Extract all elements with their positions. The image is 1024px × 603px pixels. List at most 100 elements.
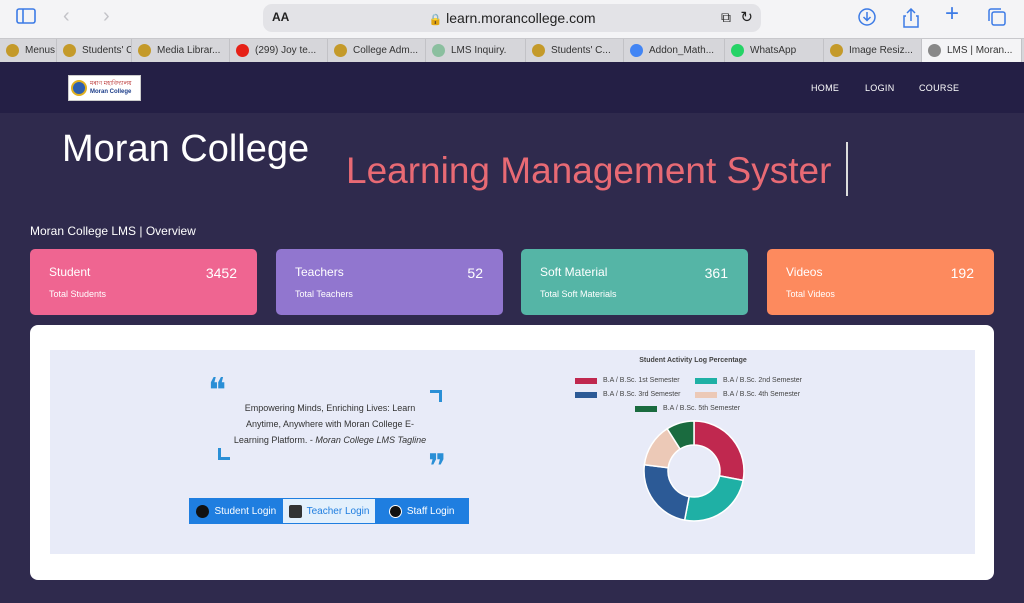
favicon-icon <box>630 44 643 57</box>
browser-tab[interactable]: LMS | Moran... <box>922 39 1022 62</box>
tagline-source: Moran College LMS Tagline <box>315 435 427 445</box>
reload-icon[interactable]: ↻ <box>740 8 753 26</box>
favicon-icon <box>432 44 445 57</box>
content-area: ❝ ❞ Empowering Minds, Enriching Lives: L… <box>50 350 975 554</box>
donut-slice[interactable] <box>683 474 744 522</box>
browser-tab[interactable]: WhatsApp <box>725 39 824 62</box>
browser-tab[interactable]: LMS Inquiry. <box>426 39 526 62</box>
tab-label: Media Librar... <box>157 45 221 56</box>
bracket-decoration <box>430 390 442 402</box>
staff-icon <box>388 504 402 518</box>
card-subtitle: Total Students <box>49 289 107 299</box>
legend-swatch <box>695 377 717 384</box>
card-subtitle: Total Videos <box>786 289 835 299</box>
bracket-decoration <box>218 448 230 460</box>
teacher-icon <box>288 504 302 518</box>
download-icon[interactable] <box>858 8 876 30</box>
card-subtitle: Total Soft Materials <box>540 289 617 299</box>
extension-icon[interactable]: ⧉ <box>721 9 731 26</box>
favicon-icon <box>928 44 941 57</box>
favicon-icon <box>236 44 249 57</box>
hero-title: Moran College <box>62 128 310 170</box>
browser-tab[interactable]: Students' C... <box>526 39 624 62</box>
legend-item[interactable]: B.A / B.Sc. 3rd Semester <box>575 391 680 398</box>
favicon-icon <box>830 44 843 57</box>
activity-donut-chart <box>643 420 745 522</box>
teacher-login-button[interactable]: Teacher Login <box>282 499 376 523</box>
legend-item[interactable]: B.A / B.Sc. 1st Semester <box>575 377 680 384</box>
browser-tab[interactable]: (299) Joy te... <box>230 39 328 62</box>
legend-swatch <box>575 391 597 398</box>
nav-course[interactable]: COURSE <box>919 83 959 93</box>
site-navbar: মৰাণ মহাবিদ্যালয় Moran College HOME LOG… <box>0 62 1024 113</box>
favicon-icon <box>138 44 151 57</box>
favicon-icon <box>532 44 545 57</box>
legend-label: B.A / B.Sc. 1st Semester <box>603 377 680 384</box>
tab-label: Students' C <box>82 45 132 56</box>
tab-label: Image Resiz... <box>849 45 913 56</box>
back-icon[interactable]: ‹ <box>63 6 70 26</box>
card-title: Student <box>49 265 91 279</box>
tab-label: LMS Inquiry. <box>451 45 507 56</box>
card-title: Soft Material <box>540 265 608 279</box>
donut-slice[interactable] <box>693 420 745 482</box>
hero-subtitle: Learning Management Syster <box>346 150 832 191</box>
legend-label: B.A / B.Sc. 4th Semester <box>723 391 801 398</box>
lock-icon: 🔒 <box>428 14 443 26</box>
card-value: 52 <box>467 265 483 281</box>
tab-overview-icon[interactable] <box>988 8 1006 30</box>
forward-icon[interactable]: › <box>103 6 110 26</box>
browser-tab[interactable]: College Adm... <box>328 39 426 62</box>
card-students: Student Total Students 3452 <box>30 249 257 315</box>
share-icon[interactable] <box>902 7 920 32</box>
sidebar-icon[interactable] <box>16 8 36 28</box>
tab-label: LMS | Moran... <box>947 45 1013 56</box>
typing-cursor <box>846 142 848 196</box>
card-title: Teachers <box>295 265 344 279</box>
card-teachers: Teachers Total Teachers 52 <box>276 249 503 315</box>
legend-swatch <box>575 377 597 384</box>
tab-label: Addon_Math... <box>649 45 715 56</box>
legend-label: B.A / B.Sc. 2nd Semester <box>723 377 802 384</box>
login-button-group: Student Login Teacher Login Staff Login <box>189 498 469 524</box>
card-soft-material: Soft Material Total Soft Materials 361 <box>521 249 748 315</box>
tab-label: Students' C... <box>551 45 611 56</box>
chart-title: Student Activity Log Percentage <box>639 357 747 364</box>
student-login-button[interactable]: Student Login <box>190 499 283 523</box>
browser-tab[interactable]: Addon_Math... <box>624 39 725 62</box>
nav-login[interactable]: LOGIN <box>865 83 895 93</box>
legend-swatch <box>635 405 657 412</box>
card-value: 361 <box>704 265 728 281</box>
tab-label: Menus <box>25 45 56 56</box>
card-value: 3452 <box>205 265 237 281</box>
url-text: learn.morancollege.com <box>446 10 596 26</box>
favicon-icon <box>334 44 347 57</box>
nav-home[interactable]: HOME <box>811 83 839 93</box>
tab-label: College Adm... <box>353 45 419 56</box>
card-value: 192 <box>950 265 974 281</box>
browser-toolbar: ‹ › AA 🔒 learn.morancollege.com ⧉ ↻ + <box>0 0 1024 38</box>
browser-tab[interactable]: Students' C <box>57 39 132 62</box>
quote-open-icon: ❝ <box>208 371 227 411</box>
staff-login-button[interactable]: Staff Login <box>375 499 469 523</box>
donut-slice[interactable] <box>643 463 691 521</box>
logo-text-assamese: মৰাণ মহাবিদ্যালয় <box>90 81 132 87</box>
quote-close-icon: ❞ <box>428 447 447 487</box>
college-logo[interactable]: মৰাণ মহাবিদ্যালয় Moran College <box>68 75 141 101</box>
legend-label: B.A / B.Sc. 5th Semester <box>663 405 741 412</box>
legend-item[interactable]: B.A / B.Sc. 2nd Semester <box>695 377 802 384</box>
browser-tab[interactable]: Menus <box>0 39 57 62</box>
browser-tab[interactable]: Image Resiz... <box>824 39 922 62</box>
browser-tab[interactable]: Media Librar... <box>132 39 230 62</box>
legend-swatch <box>695 391 717 398</box>
new-tab-icon[interactable]: + <box>945 2 959 26</box>
overview-heading: Moran College LMS | Overview <box>30 224 196 238</box>
favicon-icon <box>63 44 76 57</box>
address-bar[interactable]: AA 🔒 learn.morancollege.com ⧉ ↻ <box>263 4 761 32</box>
favicon-icon <box>6 44 19 57</box>
favicon-icon <box>731 44 744 57</box>
legend-item[interactable]: B.A / B.Sc. 5th Semester <box>635 405 740 412</box>
legend-item[interactable]: B.A / B.Sc. 4th Semester <box>695 391 800 398</box>
student-icon <box>196 504 210 518</box>
legend-label: B.A / B.Sc. 3rd Semester <box>603 391 681 398</box>
